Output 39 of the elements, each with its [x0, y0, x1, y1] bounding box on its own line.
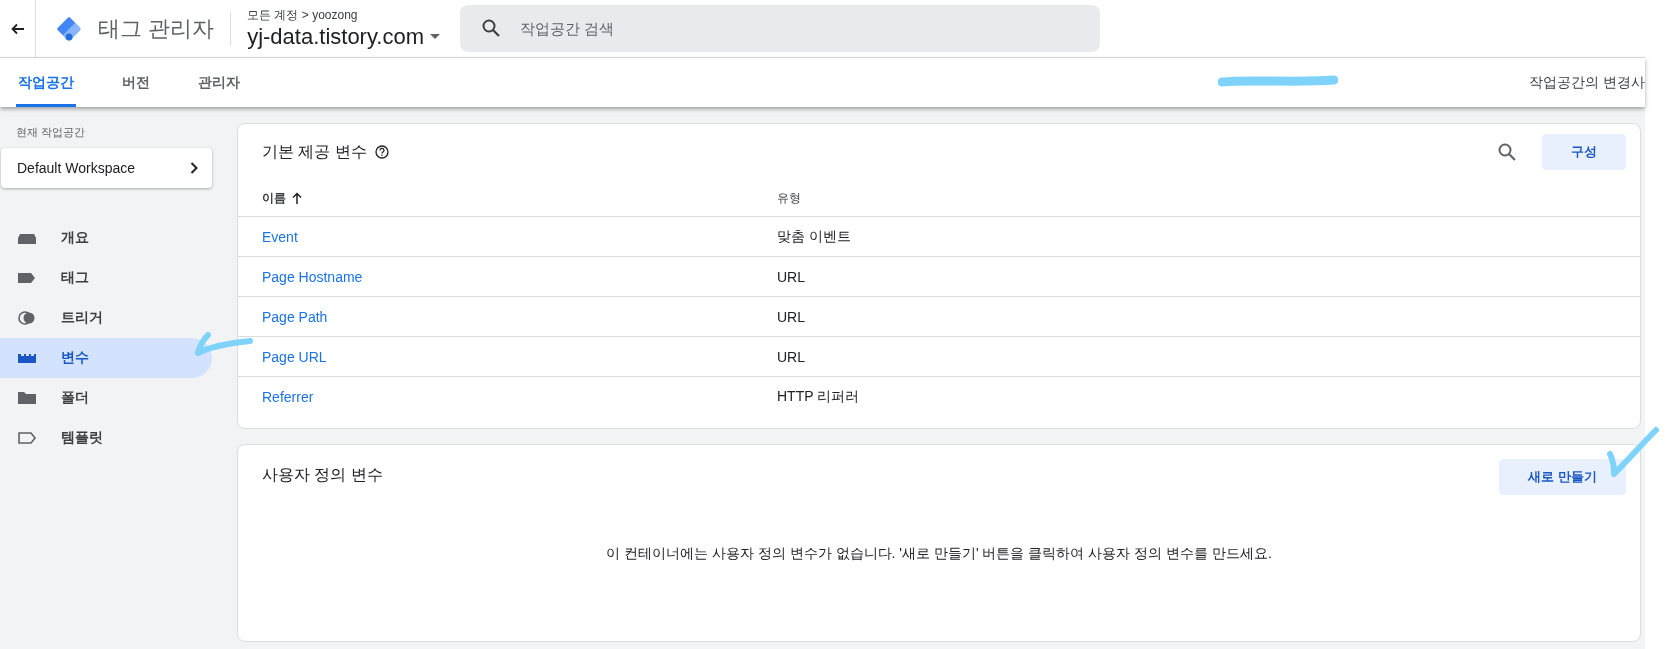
variable-name-link[interactable]: Event	[262, 228, 298, 245]
variable-name-link[interactable]: Page Path	[262, 308, 328, 325]
sidebar-item[interactable]: 변수	[0, 338, 212, 378]
column-header[interactable]: 이름	[262, 189, 777, 207]
sidebar-item-label: 개요	[61, 229, 89, 247]
card-title: 사용자 정의 변수	[262, 465, 383, 485]
variable-name-link[interactable]: Page URL	[262, 348, 327, 365]
variable-name-link[interactable]: Page Hostname	[262, 268, 363, 285]
variable-type: URL	[777, 348, 806, 365]
nav-tab[interactable]: 작업공간	[16, 58, 76, 107]
nav-tab[interactable]: 관리자	[196, 58, 242, 107]
sidebar-item[interactable]: 개요	[0, 218, 212, 258]
container-selector[interactable]: yj-data.tistory.com	[247, 24, 440, 50]
search-field[interactable]: 작업공간 검색	[460, 5, 1100, 52]
sidebar-item[interactable]: 폴더	[0, 378, 212, 418]
empty-message: 이 컨테이너에는 사용자 정의 변수가 없습니다. '새로 만들기' 버튼을 클릭하여 사용자 정의 변수를 만드세요.	[606, 545, 1272, 563]
sidebar-item-label: 태그	[61, 269, 89, 287]
column-header[interactable]: 유형	[777, 189, 1640, 207]
sidebar-item-label: 트리거	[61, 309, 103, 327]
app-title: 태그 관리자	[98, 14, 215, 43]
variable-type: URL	[777, 268, 806, 285]
sidebar-item[interactable]: 트리거	[0, 298, 212, 338]
workspace-selector[interactable]: Default Workspace	[1, 148, 212, 188]
variable-type: 맞춤 이벤트	[777, 227, 852, 246]
configure-button[interactable]: 구성	[1542, 134, 1626, 170]
variable-type: HTTP 리퍼러	[777, 387, 861, 406]
card-title: 기본 제공 변수	[262, 141, 367, 162]
variable-name-link[interactable]: Referrer	[262, 388, 314, 405]
workspace-label: 현재 작업공간	[16, 125, 87, 140]
new-button[interactable]: 새로 만들기	[1499, 459, 1626, 495]
breadcrumb[interactable]: 모든 계정 > yoozong	[247, 7, 440, 24]
variable-type: URL	[777, 308, 806, 325]
sidebar-item-label: 템플릿	[61, 429, 103, 447]
sidebar-item[interactable]: 템플릿	[0, 418, 212, 458]
nav-tab[interactable]: 버전	[120, 58, 152, 107]
workspace-changes-label: 작업공간의 변경사	[1529, 73, 1645, 92]
sidebar-item-label: 변수	[61, 349, 89, 367]
sidebar-item-label: 폴더	[61, 389, 89, 407]
sidebar-item[interactable]: 태그	[0, 258, 212, 298]
